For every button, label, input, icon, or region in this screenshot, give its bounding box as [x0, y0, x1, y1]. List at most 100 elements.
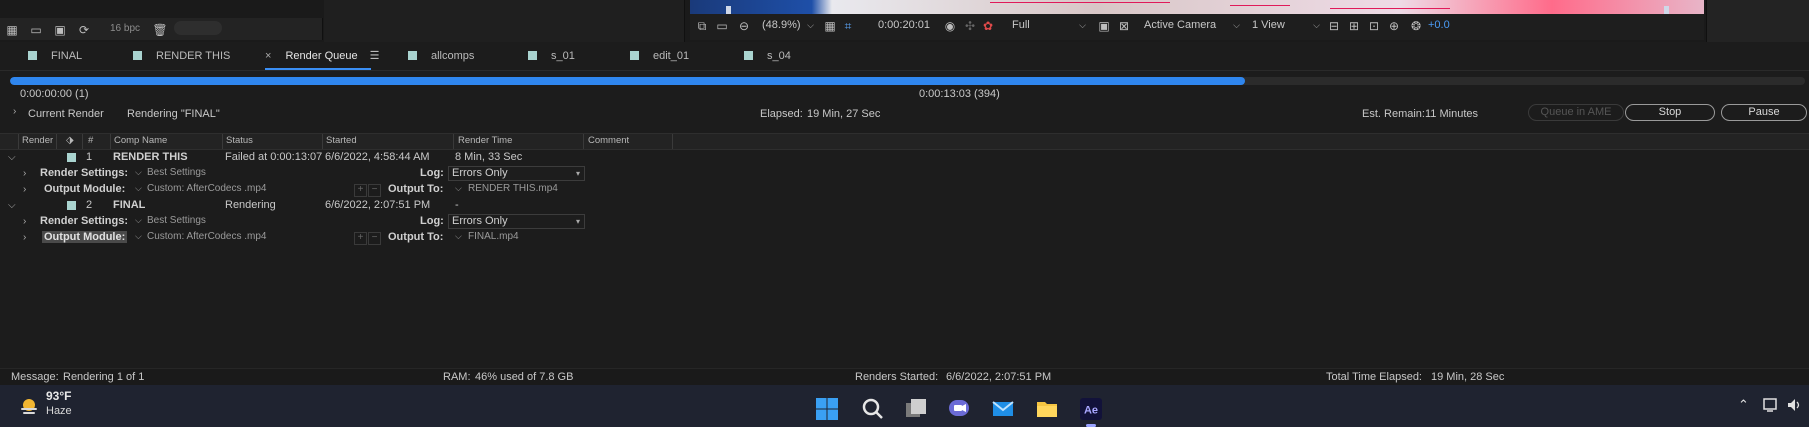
- chevron-down-icon[interactable]: ⌵: [455, 183, 462, 194]
- render-settings-value[interactable]: Best Settings: [147, 167, 206, 178]
- panel-menu-icon[interactable]: ☰: [370, 50, 380, 62]
- chevron-right-icon[interactable]: ›: [23, 168, 26, 179]
- tab-allcomps[interactable]: allcomps: [408, 48, 474, 66]
- log-label: Log:: [420, 167, 444, 179]
- output-module-value[interactable]: Custom: AfterCodecs .mp4: [147, 231, 267, 242]
- chevron-down-icon[interactable]: ⌵: [135, 167, 142, 178]
- flowchart-icon[interactable]: ⊕: [1386, 18, 1402, 34]
- monitor-icon[interactable]: ▭: [714, 18, 730, 34]
- weather-condition[interactable]: Haze: [46, 405, 72, 417]
- weather-temperature[interactable]: 93°F: [46, 389, 71, 403]
- interpret-footage-icon[interactable]: ▦: [4, 22, 20, 38]
- log-label: Log:: [420, 215, 444, 227]
- after-effects-icon[interactable]: Ae: [1079, 397, 1103, 421]
- new-composition-icon[interactable]: ▣: [52, 22, 68, 38]
- render-settings-value[interactable]: Best Settings: [147, 215, 206, 226]
- thumbnail-slider[interactable]: [174, 21, 222, 35]
- tab-render-queue[interactable]: × Render Queue ☰: [265, 48, 379, 66]
- chevron-down-icon[interactable]: ⌵: [135, 231, 142, 242]
- choose-grid-icon[interactable]: ▦: [822, 18, 838, 34]
- mask-visibility-icon[interactable]: ⌗: [840, 18, 856, 34]
- region-of-interest-icon[interactable]: ▣: [1096, 18, 1112, 34]
- chevron-down-icon[interactable]: ⌵: [135, 215, 142, 226]
- column-started[interactable]: Started: [326, 135, 357, 146]
- column-comp-name[interactable]: Comp Name: [114, 135, 167, 146]
- transparency-grid-icon[interactable]: ⊠: [1116, 18, 1132, 34]
- channel-color-icon[interactable]: ✿: [980, 18, 996, 34]
- output-to-value[interactable]: FINAL.mp4: [468, 231, 519, 242]
- tab-render-this[interactable]: RENDER THIS: [133, 48, 230, 66]
- trash-icon[interactable]: 🗑: [152, 22, 168, 38]
- render-item-row[interactable]: ⌵ 2 FINAL Rendering 6/6/2022, 2:07:51 PM…: [0, 198, 1809, 214]
- windows-start-icon[interactable]: [815, 397, 839, 421]
- exposure-value[interactable]: +0.0: [1428, 19, 1450, 31]
- log-select[interactable]: Errors Only ▾: [448, 166, 585, 181]
- always-preview-icon[interactable]: ⧉: [694, 18, 710, 34]
- column-render[interactable]: Render: [22, 135, 53, 146]
- item-comp-name[interactable]: FINAL: [113, 199, 145, 211]
- column-comment[interactable]: Comment: [588, 135, 629, 146]
- label-tag-icon[interactable]: ⬗: [66, 135, 74, 146]
- network-icon[interactable]: [1762, 397, 1778, 413]
- fast-previews-icon[interactable]: ⊞: [1346, 18, 1362, 34]
- chevron-up-icon[interactable]: ⌃: [1738, 397, 1749, 413]
- volume-icon[interactable]: [1786, 397, 1802, 413]
- current-time[interactable]: 0:00:20:01: [878, 19, 930, 31]
- reset-exposure-icon[interactable]: ❂: [1408, 18, 1424, 34]
- pause-button[interactable]: Pause: [1721, 104, 1807, 121]
- file-explorer-icon[interactable]: [1035, 397, 1059, 421]
- project-panel-toolbar: ▦ ▭ ▣ ⟳ 16 bpc 🗑: [0, 18, 323, 40]
- queue-in-ame-button[interactable]: Queue in AME: [1528, 104, 1624, 121]
- new-folder-icon[interactable]: ▭: [28, 22, 44, 38]
- chevron-right-icon[interactable]: ›: [23, 184, 26, 195]
- chevron-down-icon[interactable]: ⌵: [8, 152, 16, 163]
- task-view-icon[interactable]: [904, 397, 928, 421]
- chevron-right-icon[interactable]: ›: [23, 232, 26, 243]
- tab-s-01[interactable]: s_01: [528, 48, 575, 66]
- chevron-down-icon[interactable]: ⌵: [8, 200, 16, 211]
- stop-button[interactable]: Stop: [1625, 104, 1715, 121]
- add-output-module-button[interactable]: +: [354, 184, 367, 197]
- mail-icon[interactable]: [991, 397, 1015, 421]
- teams-chat-icon[interactable]: [947, 397, 971, 421]
- tab-final[interactable]: FINAL: [28, 48, 82, 66]
- flowchart-icon[interactable]: ⟳: [76, 22, 92, 38]
- output-to-value[interactable]: RENDER THIS.mp4: [468, 183, 558, 194]
- output-module-value[interactable]: Custom: AfterCodecs .mp4: [147, 183, 267, 194]
- snapshot-camera-icon[interactable]: ◉: [942, 18, 958, 34]
- vr-goggles-icon[interactable]: ⊖: [736, 18, 752, 34]
- search-icon[interactable]: [861, 397, 885, 421]
- label-swatch[interactable]: [67, 153, 76, 162]
- toggle-pixel-aspect-icon[interactable]: ⊟: [1326, 18, 1342, 34]
- queue-column-header: Render ⬗ # Comp Name Status Started Rend…: [0, 133, 1809, 150]
- item-comp-name[interactable]: RENDER THIS: [113, 151, 188, 163]
- column-render-time[interactable]: Render Time: [458, 135, 512, 146]
- view-layout-dropdown[interactable]: 1 View ⌵: [1252, 17, 1320, 34]
- log-select[interactable]: Errors Only ▾: [448, 214, 585, 229]
- label-swatch[interactable]: [67, 201, 76, 210]
- timeline-icon[interactable]: ⊡: [1366, 18, 1382, 34]
- column-status[interactable]: Status: [226, 135, 253, 146]
- render-item-row[interactable]: ⌵ 1 RENDER THIS Failed at 0:00:13:07 6/6…: [0, 150, 1809, 166]
- column-number[interactable]: #: [88, 135, 93, 146]
- ram-label: RAM:: [443, 371, 471, 383]
- remove-output-module-button[interactable]: −: [368, 232, 381, 245]
- chevron-right-icon[interactable]: ›: [13, 106, 16, 117]
- chevron-down-icon[interactable]: ⌵: [135, 183, 142, 194]
- show-snapshot-icon[interactable]: ✣: [962, 18, 978, 34]
- weather-haze-icon[interactable]: [18, 396, 40, 416]
- bit-depth-label[interactable]: 16 bpc: [110, 23, 140, 34]
- chevron-down-icon: ⌵: [1079, 20, 1086, 30]
- tab-s-04[interactable]: s_04: [744, 48, 791, 66]
- close-icon[interactable]: ×: [265, 50, 271, 62]
- remove-output-module-button[interactable]: −: [368, 184, 381, 197]
- camera-dropdown[interactable]: Active Camera ⌵: [1144, 17, 1240, 34]
- chevron-right-icon[interactable]: ›: [23, 216, 26, 227]
- tab-edit-01[interactable]: edit_01: [630, 48, 689, 66]
- chevron-down-icon[interactable]: ⌵: [455, 231, 462, 242]
- add-output-module-button[interactable]: +: [354, 232, 367, 245]
- label-swatch: [630, 51, 639, 60]
- renders-started-value: 6/6/2022, 2:07:51 PM: [946, 371, 1052, 383]
- magnification-dropdown[interactable]: (48.9%) ⌵: [762, 17, 814, 34]
- resolution-dropdown[interactable]: Full ⌵: [1012, 17, 1086, 34]
